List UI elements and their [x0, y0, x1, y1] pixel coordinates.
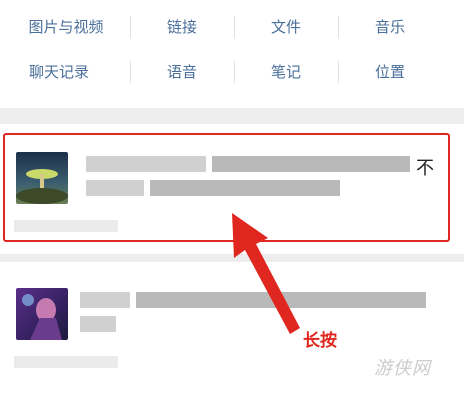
long-press-annotation: 长按 [303, 331, 337, 351]
watermark-logo: 游侠网 [374, 358, 431, 379]
arrow-icon [232, 213, 300, 334]
